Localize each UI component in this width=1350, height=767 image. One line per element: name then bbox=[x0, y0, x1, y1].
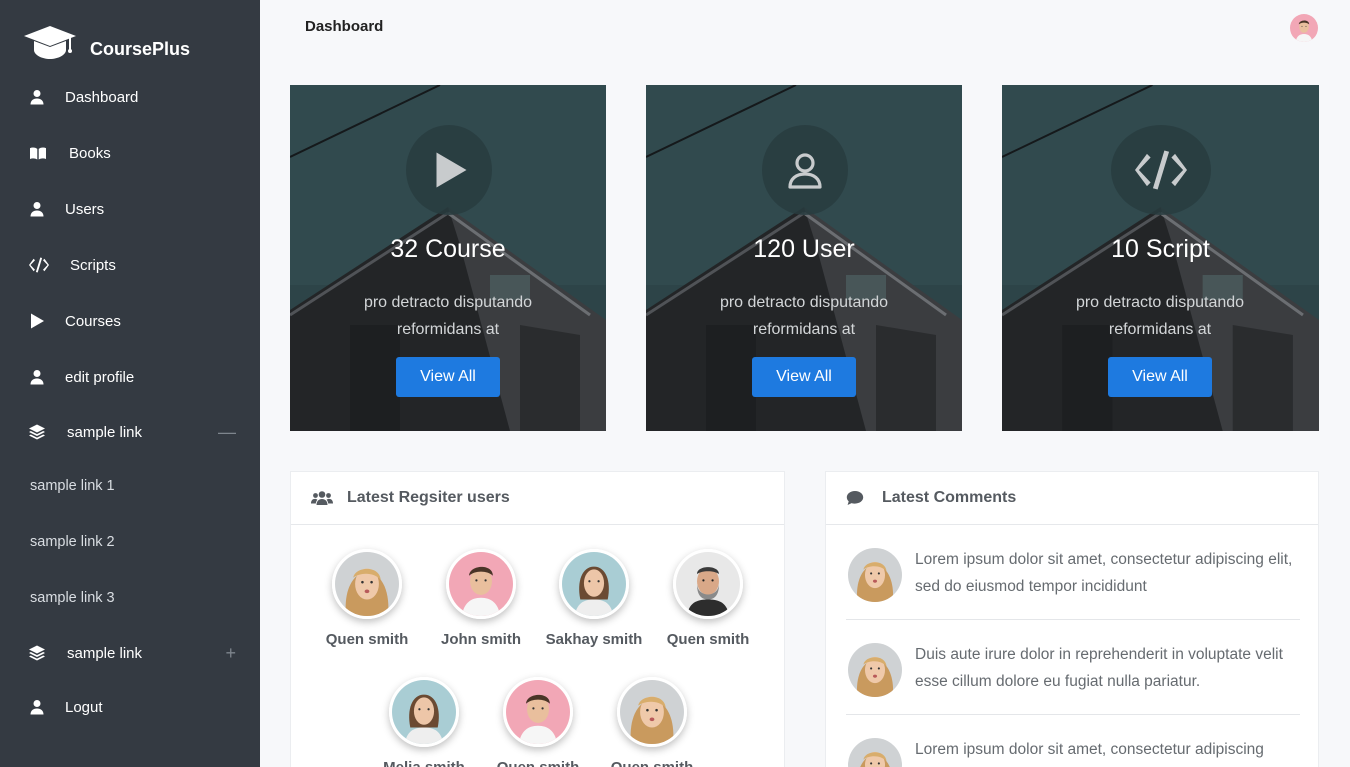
stat-description: pro detracto disputando reformidans at bbox=[719, 294, 889, 338]
sidebar-item-label: sample link 1 bbox=[30, 478, 115, 494]
sidebar-item-users[interactable]: Users bbox=[0, 189, 260, 229]
sidebar-item-label: Dashboard bbox=[65, 88, 139, 106]
user-icon bbox=[29, 89, 45, 105]
sidebar-item-label: sample link 3 bbox=[30, 590, 115, 606]
sidebar-item-label: Books bbox=[69, 144, 111, 162]
sidebar-item-courses[interactable]: Courses bbox=[0, 301, 260, 341]
layers-icon bbox=[29, 424, 45, 440]
user-name: Sakhay smith bbox=[545, 631, 643, 648]
user-icon bbox=[29, 369, 45, 385]
divider bbox=[846, 714, 1300, 715]
sidebar-item-label: Scripts bbox=[70, 256, 116, 274]
sidebar: CoursePlus Dashboard Books Users Scripts… bbox=[0, 0, 260, 767]
sidebar-item-books[interactable]: Books bbox=[0, 133, 260, 173]
user-outline-icon bbox=[762, 125, 848, 215]
panel-header: Latest Comments bbox=[826, 472, 1318, 525]
sidebar-item-label: Logut bbox=[65, 698, 103, 716]
stat-card-users: 120 User pro detracto disputando reformi… bbox=[646, 85, 962, 431]
sidebar-item-sample-link-expanded[interactable]: sample link — bbox=[0, 412, 260, 452]
stat-count: 120 User bbox=[753, 235, 855, 263]
comment-icon bbox=[846, 489, 868, 507]
brand[interactable]: CoursePlus bbox=[24, 26, 190, 60]
user-name: Quen smith bbox=[666, 631, 750, 648]
avatar bbox=[673, 549, 743, 619]
user-name: Quen smith bbox=[481, 759, 595, 767]
sidebar-item-label: sample link 2 bbox=[30, 534, 115, 550]
comment-text: Lorem ipsum dolor sit amet, consectetur … bbox=[915, 551, 1293, 595]
comment-text: Lorem ipsum dolor sit amet, consectetur … bbox=[915, 741, 1264, 758]
stat-description: pro detracto disputando reformidans at bbox=[363, 294, 533, 338]
graduation-cap-icon bbox=[24, 26, 76, 60]
avatar bbox=[848, 643, 902, 697]
brand-name: CoursePlus bbox=[90, 38, 191, 59]
avatar bbox=[848, 738, 902, 767]
collapse-icon[interactable]: — bbox=[218, 423, 236, 441]
view-all-scripts-button[interactable]: View All bbox=[1108, 357, 1212, 397]
avatar bbox=[503, 677, 573, 747]
avatar bbox=[848, 548, 902, 602]
user-card[interactable]: Quen smith bbox=[310, 549, 424, 648]
page-title: Dashboard bbox=[305, 18, 384, 35]
stat-description: pro detracto disputando reformidans at bbox=[1075, 294, 1245, 338]
stat-count: 10 Script bbox=[1111, 235, 1210, 263]
sidebar-subitem-sample-link-2[interactable]: sample link 2 bbox=[0, 522, 260, 562]
code-icon bbox=[1111, 125, 1211, 215]
sidebar-item-label: Courses bbox=[65, 312, 121, 330]
divider bbox=[846, 619, 1300, 620]
code-icon bbox=[29, 257, 49, 273]
user-card[interactable]: Quen smith bbox=[481, 677, 595, 767]
view-all-courses-button[interactable]: View All bbox=[396, 357, 500, 397]
user-card[interactable]: Quen smith bbox=[595, 677, 709, 767]
sidebar-subitem-sample-link-3[interactable]: sample link 3 bbox=[0, 578, 260, 618]
user-card[interactable]: Sakhay smith bbox=[537, 549, 651, 648]
sidebar-item-sample-link-collapsed[interactable]: sample link + bbox=[0, 633, 260, 673]
panel-title: Latest Comments bbox=[882, 489, 1017, 506]
avatar bbox=[446, 549, 516, 619]
sidebar-item-scripts[interactable]: Scripts bbox=[0, 245, 260, 285]
sidebar-item-logout[interactable]: Logut bbox=[0, 687, 260, 727]
user-name: John smith bbox=[440, 631, 521, 648]
latest-comments-panel: Latest Comments Lorem ipsum dolor sit am… bbox=[825, 471, 1319, 767]
layers-icon bbox=[29, 645, 45, 661]
user-name: Quen smith bbox=[325, 631, 409, 648]
panel-header: Latest Regsiter users bbox=[291, 472, 784, 525]
sidebar-item-label: Users bbox=[65, 200, 105, 218]
user-card[interactable]: Melia smith bbox=[367, 677, 481, 767]
stat-card-courses: 32 Course pro detracto disputando reform… bbox=[290, 85, 606, 431]
play-icon bbox=[406, 125, 492, 215]
sidebar-item-dashboard[interactable]: Dashboard bbox=[0, 77, 260, 117]
stat-count: 32 Course bbox=[390, 235, 506, 263]
view-all-users-button[interactable]: View All bbox=[752, 357, 856, 397]
user-card[interactable]: Quen smith bbox=[651, 549, 765, 648]
user-name: Melia smith bbox=[367, 759, 481, 767]
user-icon bbox=[29, 699, 45, 715]
sidebar-item-label: sample link bbox=[67, 423, 143, 441]
avatar bbox=[389, 677, 459, 747]
latest-users-panel: Latest Regsiter users Quen smith John sm… bbox=[290, 471, 785, 767]
play-icon bbox=[29, 313, 45, 329]
user-name: Quen smith bbox=[595, 759, 709, 767]
users-group-icon bbox=[311, 489, 333, 507]
comment-text: Duis aute irure dolor in reprehenderit i… bbox=[915, 646, 1283, 690]
panel-title: Latest Regsiter users bbox=[347, 489, 510, 506]
profile-avatar[interactable] bbox=[1290, 14, 1318, 42]
book-icon bbox=[30, 145, 46, 161]
sidebar-item-label: edit profile bbox=[65, 368, 135, 386]
avatar bbox=[332, 549, 402, 619]
sidebar-subitem-sample-link-1[interactable]: sample link 1 bbox=[0, 466, 260, 506]
avatar bbox=[617, 677, 687, 747]
sidebar-item-label: sample link bbox=[67, 644, 143, 662]
user-card[interactable]: John smith bbox=[424, 549, 538, 648]
sidebar-item-edit-profile[interactable]: edit profile bbox=[0, 357, 260, 397]
expand-icon[interactable]: + bbox=[225, 644, 236, 662]
user-icon bbox=[29, 201, 45, 217]
avatar bbox=[559, 549, 629, 619]
stat-card-scripts: 10 Script pro detracto disputando reform… bbox=[1002, 85, 1319, 431]
